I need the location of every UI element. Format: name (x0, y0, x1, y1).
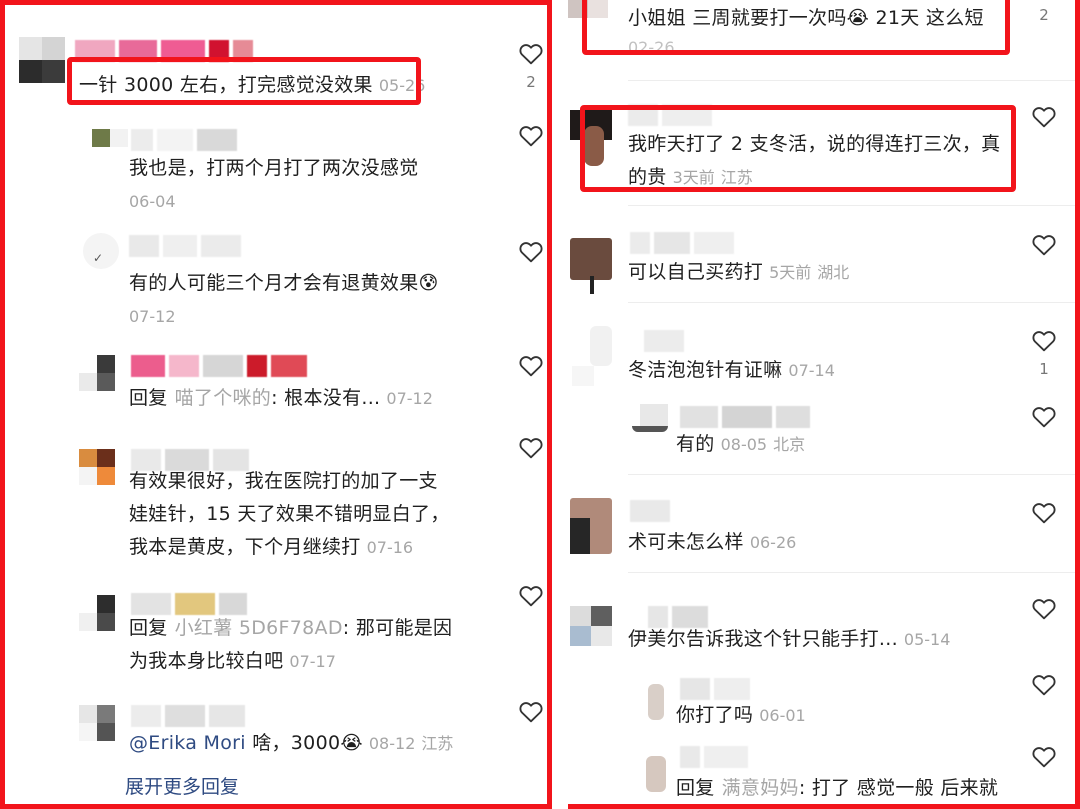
like-count: 1 (1039, 360, 1049, 378)
comment-text: 回复 小红薯 5D6F78AD: 那可能是因 为我本身比较白吧 07-17 (129, 617, 453, 672)
avatar[interactable] (79, 355, 115, 391)
comment-text: 回复 喵了个咪的: 根本没有... 07-12 (129, 387, 433, 409)
heart-outline-icon (519, 126, 543, 147)
username-blurred[interactable] (75, 40, 253, 62)
comment-text: 一针 3000 左右，打完感觉没效果 05-26 (79, 74, 426, 96)
comment-text: 你打了吗 06-01 (676, 704, 806, 726)
heart-outline-icon (1032, 407, 1056, 428)
like-button[interactable] (517, 699, 545, 723)
heart-outline-icon (1032, 235, 1056, 256)
comment-text: 冬洁泡泡针有证嘛 07-14 (628, 359, 835, 381)
expand-more-replies-link[interactable]: 展开更多回复 (125, 772, 239, 799)
username-blurred[interactable] (131, 355, 307, 377)
avatar[interactable] (572, 326, 612, 386)
like-count: 2 (1039, 6, 1049, 24)
reply-prefix: 回复 (129, 387, 168, 409)
divider (628, 205, 1075, 206)
heart-outline-icon (1032, 599, 1056, 620)
reply-prefix: 回复 (129, 617, 168, 639)
like-button[interactable] (517, 239, 545, 263)
comment-text: @Erika Mori 啥，3000😭 08-12 江苏 (129, 732, 454, 754)
heart-outline-icon (519, 242, 543, 263)
comment-date: 06-04 (129, 192, 176, 211)
comment-text: 我昨天打了 2 支冬活，说的得连打三次，真 的贵 3天前 江苏 (628, 133, 1001, 188)
like-button[interactable]: 1 (1030, 328, 1058, 378)
avatar[interactable] (79, 595, 115, 631)
avatar[interactable] (570, 498, 612, 554)
avatar[interactable] (79, 449, 115, 485)
username-blurred[interactable] (129, 235, 241, 257)
comment-text: 可以自己买药打 5天前 湖北 (628, 261, 850, 283)
like-button[interactable] (517, 583, 545, 607)
like-button[interactable] (1030, 404, 1058, 428)
emoji: 😭 (340, 732, 363, 754)
avatar[interactable] (568, 0, 608, 18)
comment-text: 有效果很好，我在医院打的加了一支 娃娃针，15 天了效果不错明显白了， 我本是黄… (129, 470, 450, 558)
username-blurred[interactable] (131, 129, 237, 151)
like-button[interactable]: 2 (517, 41, 545, 91)
avatar[interactable] (570, 110, 612, 166)
username-blurred[interactable] (630, 500, 670, 522)
like-button[interactable] (517, 123, 545, 147)
comment-date: 07-12 (129, 307, 176, 326)
avatar[interactable] (570, 606, 612, 646)
heart-outline-icon (519, 702, 543, 723)
avatar[interactable]: ✓ (83, 233, 119, 269)
comment-text: 伊美尔告诉我这个针只能手打... 05-14 (628, 628, 951, 650)
divider (628, 572, 1075, 573)
emoji: 😰 (418, 272, 439, 294)
heart-outline-icon (1032, 747, 1056, 768)
username-blurred[interactable] (680, 406, 810, 428)
like-button[interactable] (1030, 104, 1058, 128)
username-blurred[interactable] (131, 705, 245, 727)
comment-text: 我也是，打两个月打了两次没感觉 (129, 157, 419, 179)
username-blurred[interactable] (644, 330, 684, 352)
like-button[interactable] (1030, 500, 1058, 524)
avatar[interactable] (92, 129, 128, 165)
reply-to-username[interactable]: 满意妈妈 (722, 777, 799, 799)
comment-text: 有的人可能三个月才会有退黄效果😰 (129, 272, 439, 294)
heart-outline-icon (519, 438, 543, 459)
comment-date: 02-26 (628, 38, 675, 57)
username-blurred[interactable] (680, 746, 748, 768)
like-button[interactable] (517, 353, 545, 377)
reply-prefix: 回复 (676, 777, 715, 799)
heart-outline-icon (519, 44, 543, 65)
comment-text: 有的 08-05 北京 (676, 433, 806, 455)
heart-outline-icon (519, 586, 543, 607)
like-count: 2 (526, 73, 536, 91)
heart-outline-icon (1032, 331, 1056, 352)
reply-to-username[interactable]: 喵了个咪的 (175, 387, 272, 409)
username-blurred[interactable] (628, 104, 712, 126)
like-button[interactable]: 2 (1030, 6, 1058, 24)
like-button[interactable] (1030, 672, 1058, 696)
like-button[interactable] (1030, 596, 1058, 620)
like-button[interactable] (517, 435, 545, 459)
emoji: 😭 (846, 7, 870, 29)
username-blurred[interactable] (680, 678, 750, 700)
avatar[interactable] (19, 37, 65, 83)
like-button[interactable] (1030, 232, 1058, 256)
avatar[interactable] (638, 756, 674, 792)
reply-to-username[interactable]: 小红薯 5D6F78AD (175, 617, 343, 639)
like-button[interactable] (1030, 744, 1058, 768)
avatar[interactable] (638, 684, 674, 720)
heart-outline-icon (519, 356, 543, 377)
comment-text: 术可未怎么样 06-26 (628, 531, 797, 553)
heart-outline-icon (1032, 107, 1056, 128)
username-blurred[interactable] (630, 232, 734, 254)
avatar[interactable] (79, 705, 115, 741)
comment-text: 回复 满意妈妈: 打了 感觉一般 后来就 (676, 777, 999, 799)
divider (628, 80, 1075, 81)
avatar[interactable] (632, 404, 668, 440)
divider (628, 474, 1075, 475)
comment-text: 小姐姐 三周就要打一次吗😭 21天 这么短 (628, 7, 984, 29)
divider (628, 302, 1075, 303)
heart-outline-icon (1032, 503, 1056, 524)
avatar[interactable] (570, 238, 612, 294)
left-comments-panel: 一针 3000 左右，打完感觉没效果 05-26 2 我也是，打两个月打了两次没感… (0, 0, 552, 809)
right-comments-panel: 小姐姐 三周就要打一次吗😭 21天 这么短 02-26 2 我昨天打了 2 支冬… (568, 0, 1080, 809)
mention-link[interactable]: @Erika Mori (129, 732, 246, 754)
heart-outline-icon (1032, 675, 1056, 696)
